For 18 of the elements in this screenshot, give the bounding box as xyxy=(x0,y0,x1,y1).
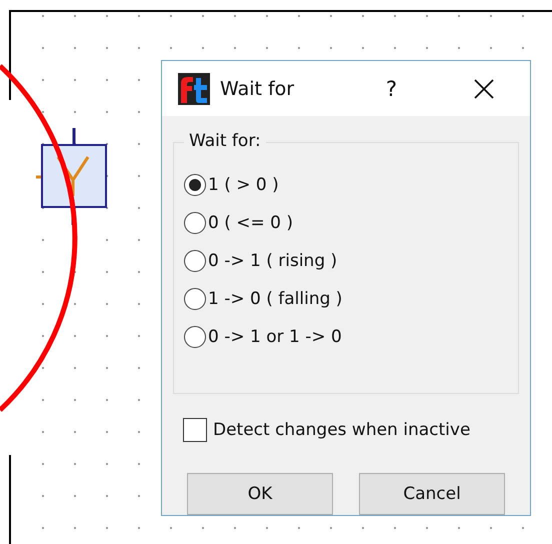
option-label[interactable]: 0 -> 1 or 1 -> 0 xyxy=(208,327,342,347)
radio-button[interactable] xyxy=(184,250,206,272)
radio-button[interactable] xyxy=(184,174,206,196)
window-title: Wait for xyxy=(220,78,294,100)
checkbox-label[interactable]: Detect changes when inactive xyxy=(213,420,470,440)
cancel-button[interactable]: Cancel xyxy=(359,473,505,515)
option-label[interactable]: 0 -> 1 ( rising ) xyxy=(208,251,338,271)
option-label[interactable]: 1 -> 0 ( falling ) xyxy=(208,289,342,309)
help-button[interactable]: ? xyxy=(386,76,397,100)
option-label[interactable]: 1 ( > 0 ) xyxy=(208,175,279,195)
radio-button[interactable] xyxy=(184,212,206,234)
radio-button[interactable] xyxy=(184,288,206,310)
app-icon xyxy=(178,72,210,104)
radio-button[interactable] xyxy=(184,326,206,348)
checkbox[interactable] xyxy=(183,418,207,442)
ok-button[interactable]: OK xyxy=(187,473,333,515)
close-icon[interactable] xyxy=(473,78,495,100)
option-label[interactable]: 0 ( <= 0 ) xyxy=(208,213,293,233)
